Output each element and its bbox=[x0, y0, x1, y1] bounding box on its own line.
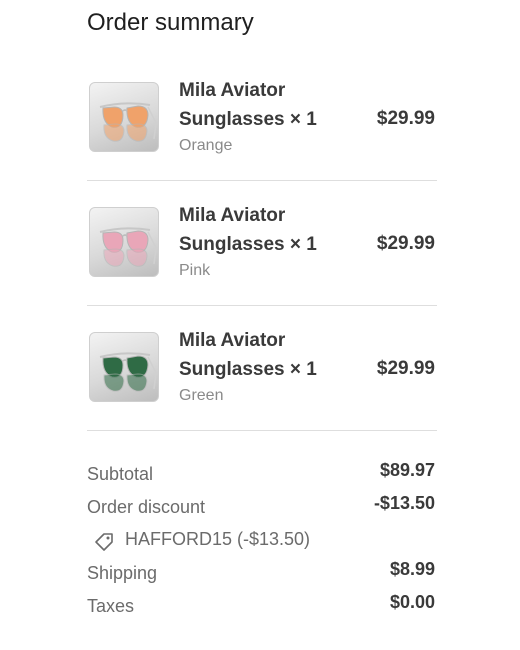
item-price: $29.99 bbox=[376, 108, 435, 129]
order-summary-title: Order summary bbox=[87, 9, 254, 36]
item-price: $29.99 bbox=[376, 358, 435, 379]
subtotal-row: Subtotal $89.97 bbox=[87, 460, 437, 493]
order-discount-label: Order discount bbox=[87, 497, 206, 517]
order-totals: Subtotal $89.97 Order discount -$13.50 H… bbox=[87, 460, 437, 625]
order-items-list: Mila Aviator Sunglasses × 1 Orange $29.9… bbox=[87, 56, 437, 431]
order-item: Mila Aviator Sunglasses × 1 Orange $29.9… bbox=[87, 56, 437, 181]
discount-code-row: HAFFORD15 (-$13.50) bbox=[87, 526, 437, 559]
tag-icon bbox=[93, 531, 115, 553]
subtotal-value: $89.97 bbox=[379, 460, 435, 480]
item-price: $29.99 bbox=[376, 233, 435, 254]
item-name: Mila Aviator Sunglasses × 1 bbox=[179, 330, 317, 380]
taxes-label: Taxes bbox=[87, 596, 135, 616]
item-name: Mila Aviator Sunglasses × 1 bbox=[179, 205, 317, 255]
taxes-row: Taxes $0.00 bbox=[87, 592, 437, 625]
sunglasses-thumbnail bbox=[89, 207, 159, 277]
shipping-label: Shipping bbox=[87, 563, 158, 583]
sunglasses-thumbnail bbox=[89, 332, 159, 402]
item-variant: Green bbox=[179, 387, 224, 404]
item-variant: Pink bbox=[179, 262, 211, 279]
item-name: Mila Aviator Sunglasses × 1 bbox=[179, 80, 317, 130]
order-item: Mila Aviator Sunglasses × 1 Pink $29.99 bbox=[87, 181, 437, 306]
order-discount-row: Order discount -$13.50 bbox=[87, 493, 437, 526]
sunglasses-thumbnail bbox=[89, 82, 159, 152]
discount-code: HAFFORD15 (-$13.50) bbox=[125, 529, 311, 549]
order-item: Mila Aviator Sunglasses × 1 Green $29.99 bbox=[87, 306, 437, 431]
subtotal-label: Subtotal bbox=[87, 464, 154, 484]
order-discount-value: -$13.50 bbox=[373, 493, 435, 513]
item-variant: Orange bbox=[179, 137, 233, 154]
shipping-row: Shipping $8.99 bbox=[87, 559, 437, 592]
taxes-value: $0.00 bbox=[389, 592, 435, 612]
shipping-value: $8.99 bbox=[389, 559, 435, 579]
